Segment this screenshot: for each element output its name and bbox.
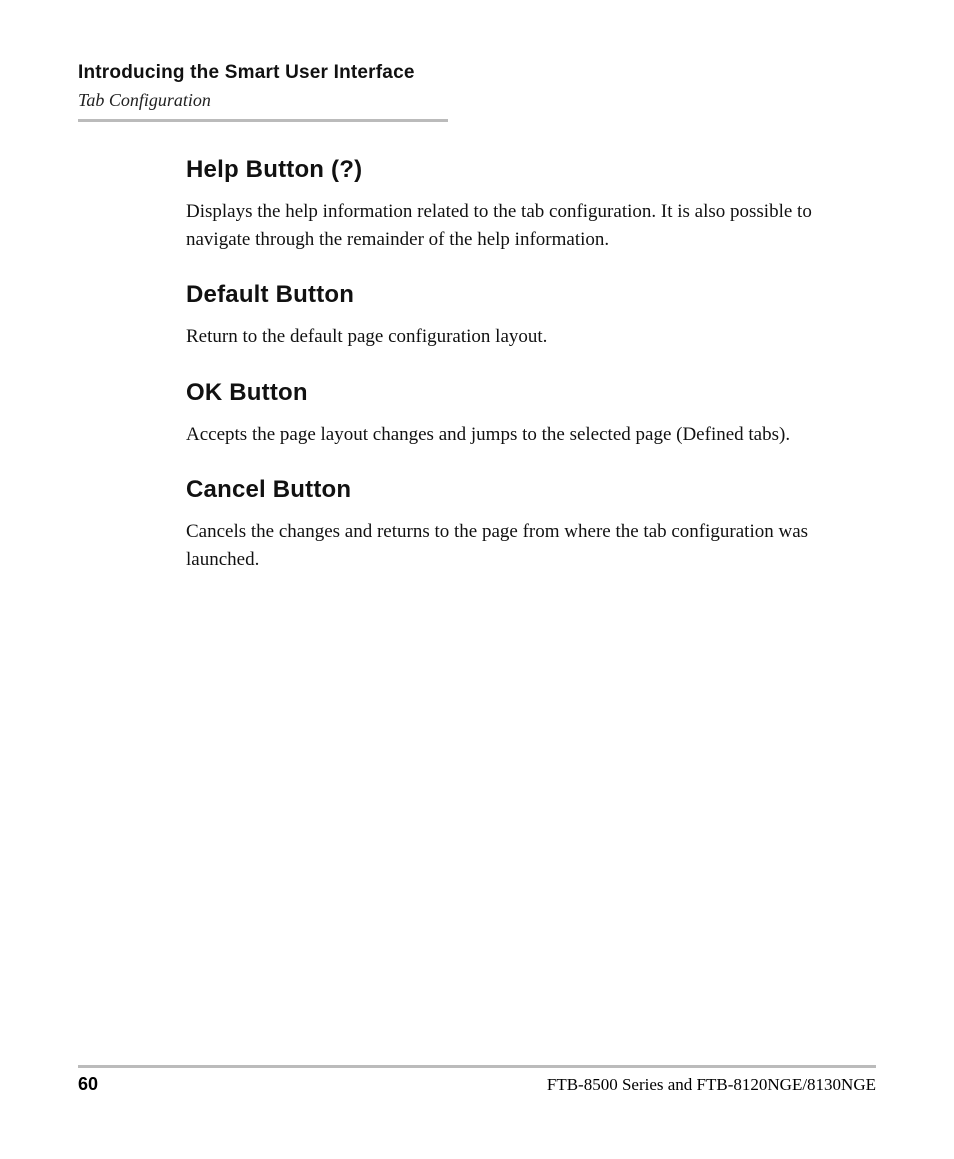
page-header: Introducing the Smart User Interface Tab… (78, 62, 876, 122)
section-body-default-button: Return to the default page configuration… (186, 323, 838, 351)
page-number: 60 (78, 1074, 98, 1095)
section-heading-default-button: Default Button (186, 281, 838, 309)
page-footer: 60 FTB-8500 Series and FTB-8120NGE/8130N… (78, 1065, 876, 1095)
header-divider (78, 119, 448, 122)
footer-doc-title: FTB-8500 Series and FTB-8120NGE/8130NGE (547, 1075, 876, 1095)
document-page: Introducing the Smart User Interface Tab… (0, 0, 954, 1159)
section-body-ok-button: Accepts the page layout changes and jump… (186, 421, 838, 449)
chapter-title: Introducing the Smart User Interface (78, 62, 876, 84)
page-content: Help Button (?) Displays the help inform… (78, 130, 876, 573)
section-body-help-button: Displays the help information related to… (186, 198, 838, 253)
section-body-cancel-button: Cancels the changes and returns to the p… (186, 518, 838, 573)
section-heading-help-button: Help Button (?) (186, 156, 838, 184)
footer-row: 60 FTB-8500 Series and FTB-8120NGE/8130N… (78, 1074, 876, 1095)
section-heading-cancel-button: Cancel Button (186, 476, 838, 504)
footer-divider (78, 1065, 876, 1068)
subsection-title: Tab Configuration (78, 90, 876, 111)
section-heading-ok-button: OK Button (186, 379, 838, 407)
